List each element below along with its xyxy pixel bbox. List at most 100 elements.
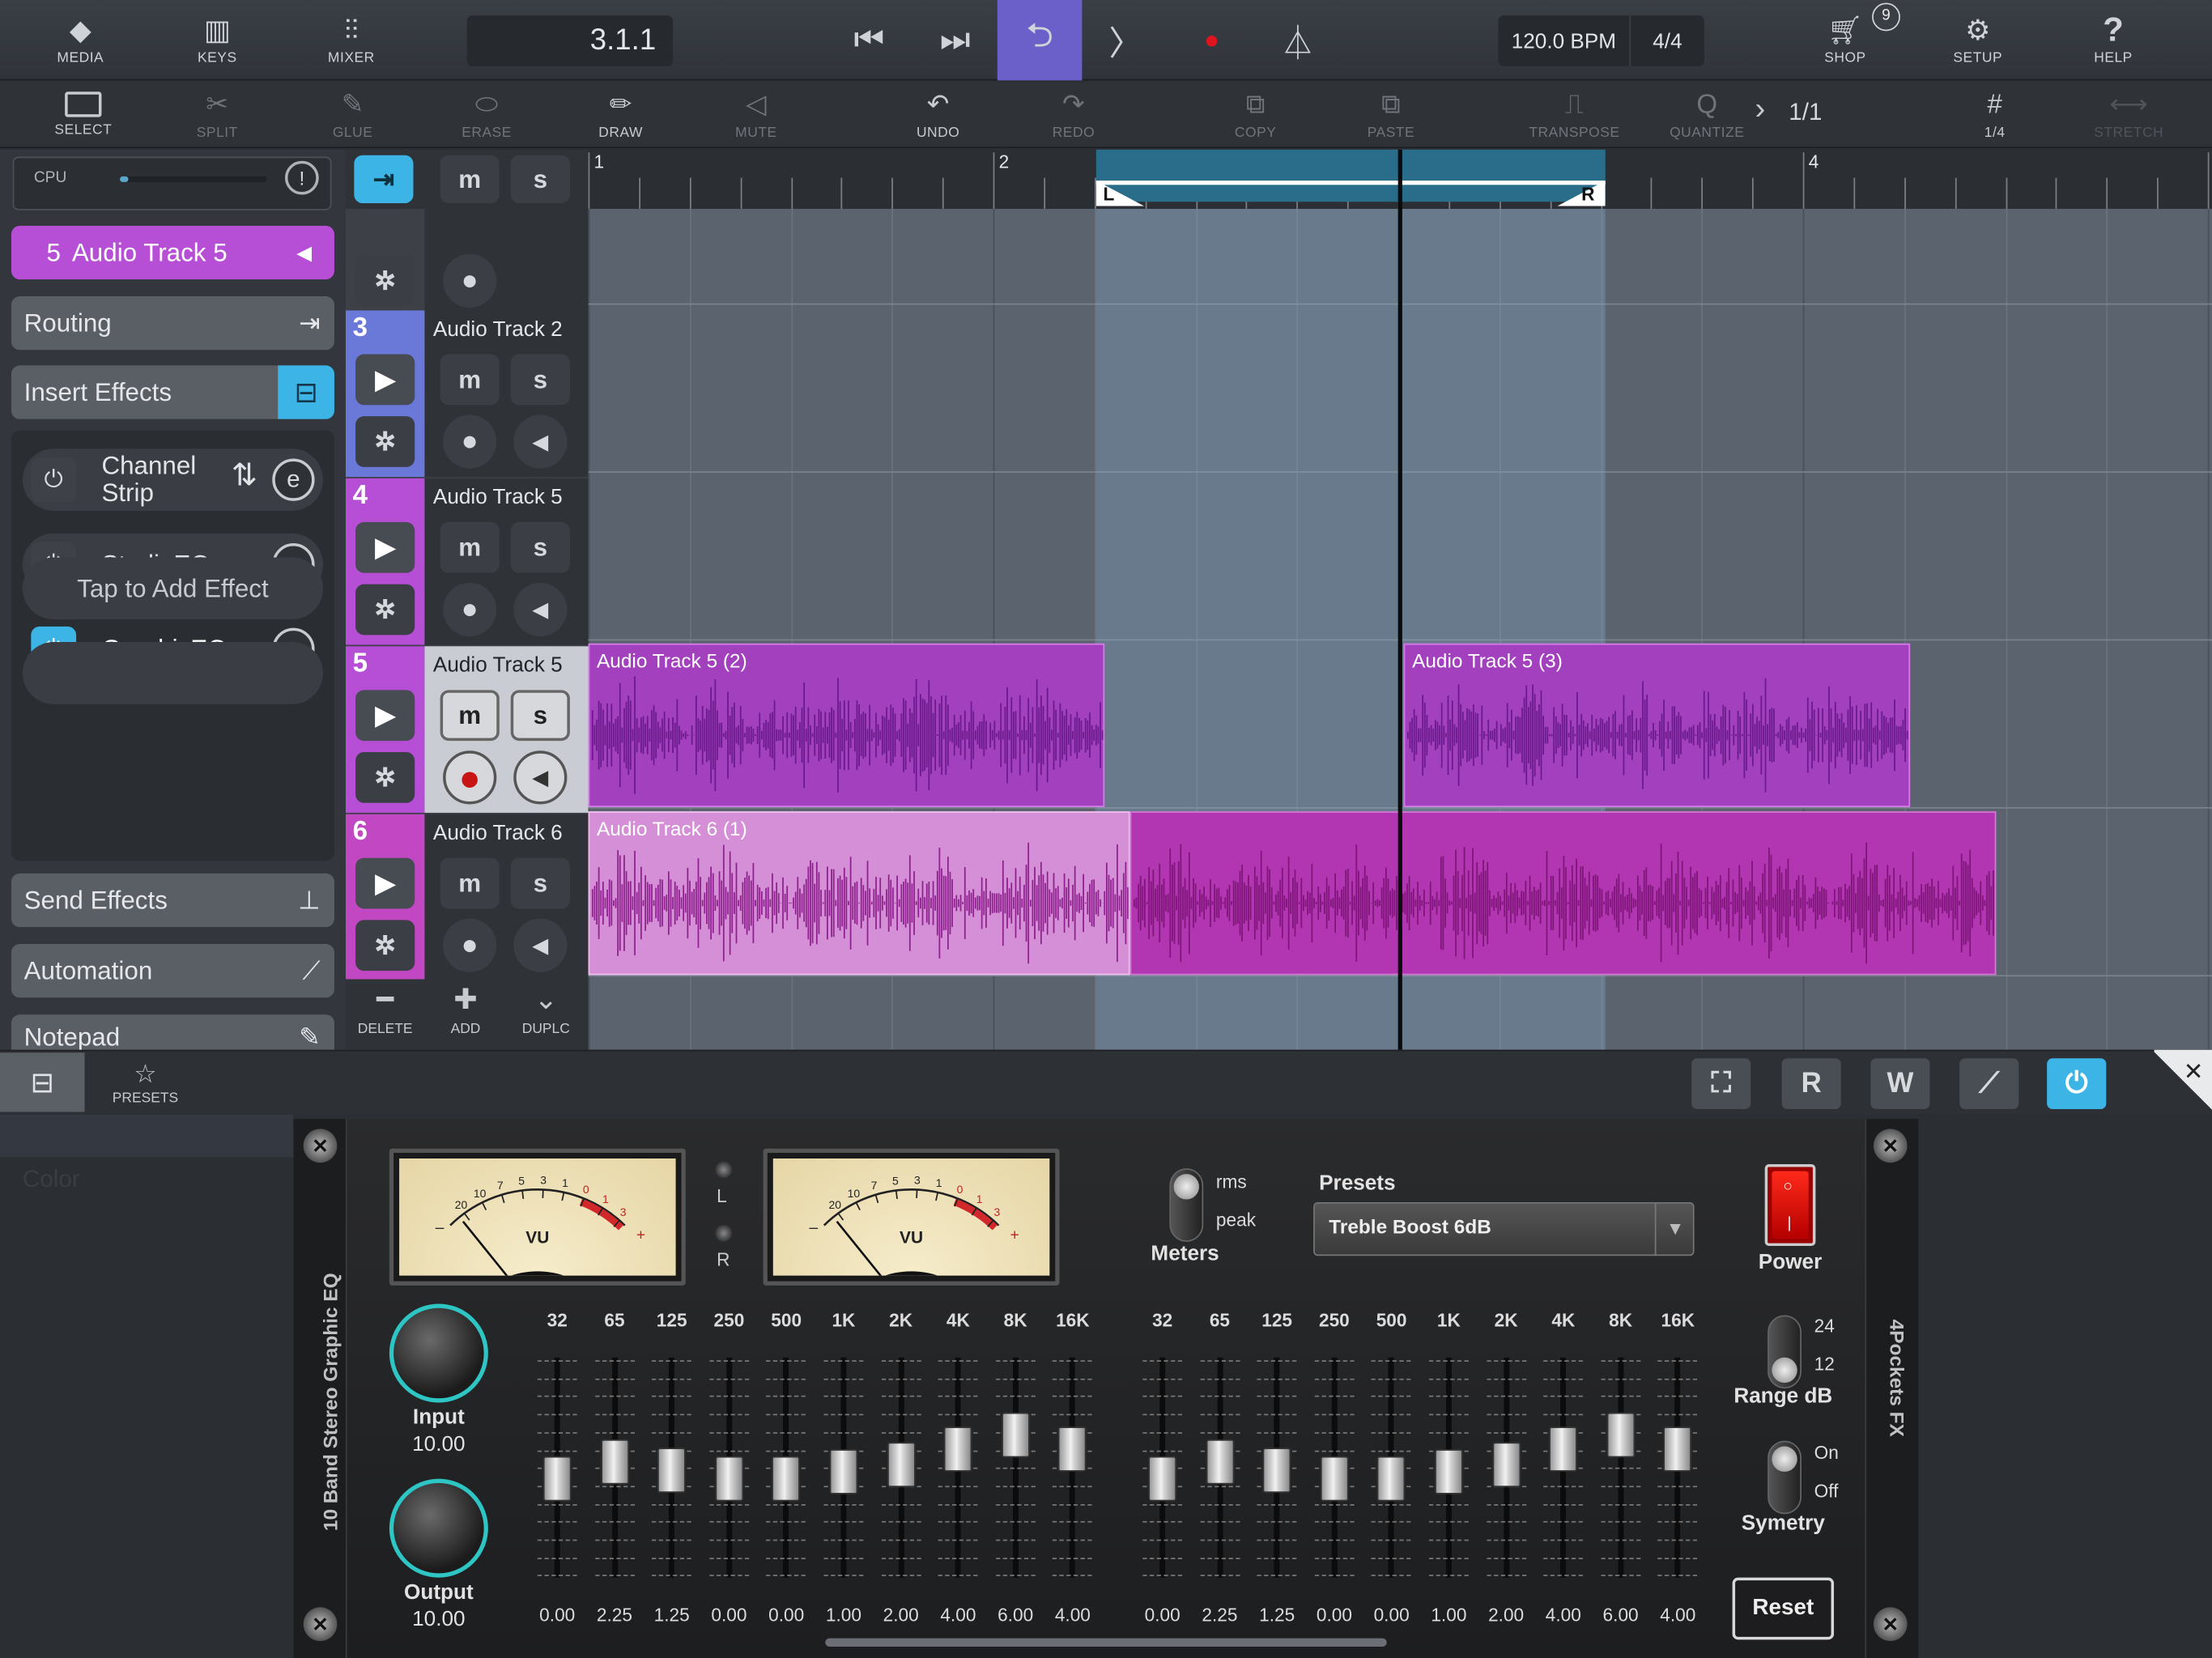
band-fader-left-4K[interactable] [930, 1357, 987, 1578]
fader-handle[interactable] [1491, 1441, 1521, 1487]
mute-all-button[interactable]: m [440, 155, 500, 203]
monitor-button[interactable]: ◀ [513, 414, 568, 469]
quantize-value[interactable]: 1/1 [1789, 99, 1822, 127]
band-fader-right-16K[interactable] [1649, 1357, 1706, 1578]
fader-handle[interactable] [657, 1447, 687, 1493]
automation-node-button[interactable]: ⟋ [1959, 1058, 2019, 1109]
fader-handle[interactable] [542, 1456, 572, 1502]
track-header[interactable]: 6 Audio Track 6 ▶ ✲ m s ● ◀ [345, 814, 589, 980]
audio-clip[interactable]: Audio Track 5 (3) [1403, 643, 1911, 807]
alert-icon[interactable]: ! [284, 160, 319, 195]
monitor-button[interactable]: ◀ [513, 582, 568, 637]
delete-track-button[interactable]: ━ DELETE [346, 985, 425, 1037]
band-fader-right-2K[interactable] [1478, 1357, 1534, 1578]
loop-button[interactable]: ⮌ [997, 0, 1083, 81]
track-play-button[interactable]: ▶ [355, 354, 415, 406]
erase-tool[interactable]: ⬭ ERASE [446, 82, 528, 148]
send-effects-section[interactable]: Send Effects ⊥ [11, 873, 334, 928]
copy-button[interactable]: ⧉ COPY [1214, 82, 1296, 148]
record-arm-button[interactable]: ● [443, 750, 497, 805]
loop-region[interactable]: L R [1095, 149, 1606, 206]
audio-clip-loop[interactable] [1129, 811, 1997, 976]
write-automation-button[interactable]: W [1870, 1058, 1930, 1109]
position-display[interactable]: 3.1.1 [466, 15, 674, 66]
fader-handle[interactable] [1663, 1426, 1692, 1473]
reorder-icon[interactable]: ⇅ [232, 457, 257, 494]
insert-effects-section[interactable]: Insert Effects ⊟ [11, 365, 334, 419]
record-arm-button[interactable]: ● [443, 253, 497, 308]
select-tool[interactable]: SELECT [42, 82, 124, 148]
track-settings-button[interactable]: ✲ [355, 920, 415, 971]
mute-tool[interactable]: ◁ MUTE [715, 82, 797, 148]
track-mute-button[interactable]: m [440, 521, 500, 573]
track-solo-button[interactable]: s [510, 354, 570, 406]
band-fader-left-125[interactable] [644, 1357, 700, 1578]
notepad-section[interactable]: Notepad ✎ [11, 1014, 334, 1053]
selected-track-header[interactable]: 5 Audio Track 5 ◀ [11, 225, 334, 280]
audio-clip[interactable]: Audio Track 5 (2) [588, 643, 1105, 807]
fullscreen-button[interactable]: ⛶ [1691, 1058, 1751, 1109]
power-icon[interactable]: ⏻ [31, 457, 77, 503]
track-settings-button[interactable]: ✲ [355, 255, 415, 307]
track-solo-button[interactable]: s [510, 857, 570, 909]
duplicate-track-button[interactable]: ⌄ DUPLC [507, 985, 586, 1037]
media-button[interactable]: ◆ MEDIA [42, 0, 118, 80]
band-fader-left-32[interactable] [529, 1357, 585, 1578]
play-button[interactable]: 〉 [1083, 0, 1168, 80]
band-fader-right-125[interactable] [1249, 1357, 1305, 1578]
output-knob[interactable] [389, 1478, 488, 1578]
fader-handle[interactable] [772, 1456, 801, 1502]
playhead[interactable] [1397, 149, 1402, 1050]
record-button[interactable]: ● [1169, 0, 1254, 80]
track-header[interactable]: 5 Audio Track 5 ▶ ✲ m s ● ◀ [345, 646, 589, 813]
range-toggle[interactable] [1767, 1315, 1802, 1389]
track-mute-button[interactable]: m [440, 857, 500, 909]
skip-end-button[interactable]: ⏭ [912, 0, 998, 80]
track-header[interactable]: 3 Audio Track 2 ▶ ✲ m s ● ◀ [345, 310, 589, 478]
grid-button[interactable]: #1/4 [1955, 82, 2035, 148]
input-knob[interactable] [389, 1303, 488, 1403]
split-tool[interactable]: ✂ SPLIT [177, 82, 258, 148]
track-settings-button[interactable]: ✲ [355, 584, 415, 636]
plugin-tab-insert[interactable]: ⊟ [0, 1052, 85, 1112]
stretch-button[interactable]: ⟷ STRETCH [2088, 82, 2170, 148]
fader-handle[interactable] [829, 1448, 858, 1494]
band-fader-right-1K[interactable] [1421, 1357, 1478, 1578]
fader-handle[interactable] [1001, 1412, 1030, 1458]
symmetry-toggle[interactable] [1767, 1440, 1802, 1515]
automation-section[interactable]: Automation ⟋ [11, 944, 334, 998]
keys-button[interactable]: ▥ KEYS [179, 0, 255, 80]
empty-effect-slot[interactable] [22, 642, 323, 704]
horizontal-scrollbar[interactable] [825, 1638, 1387, 1647]
power-switch[interactable]: ○ | [1764, 1163, 1816, 1247]
glue-tool[interactable]: ✎ GLUE [312, 82, 393, 148]
audio-clip-selected[interactable]: Audio Track 6 (1) [588, 811, 1130, 976]
band-fader-left-65[interactable] [586, 1357, 643, 1578]
solo-all-button[interactable]: s [510, 155, 570, 203]
read-automation-button[interactable]: R [1781, 1058, 1841, 1109]
track-solo-button[interactable]: s [510, 521, 570, 573]
redo-button[interactable]: ↷ REDO [1032, 82, 1114, 148]
add-effect-button[interactable]: Tap to Add Effect [22, 557, 323, 620]
track-settings-button[interactable]: ✲ [355, 416, 415, 467]
record-arm-button[interactable]: ● [443, 918, 497, 972]
fader-handle[interactable] [1606, 1412, 1636, 1458]
fader-handle[interactable] [1262, 1447, 1291, 1493]
band-fader-right-8K[interactable] [1593, 1357, 1649, 1578]
quantize-button[interactable]: Q QUANTIZE [1666, 82, 1748, 148]
fader-handle[interactable] [1377, 1456, 1406, 1502]
record-arm-button[interactable]: ● [443, 414, 497, 469]
track-header[interactable]: 4 Audio Track 5 ▶ ✲ m s ● ◀ [345, 478, 589, 645]
band-fader-right-250[interactable] [1306, 1357, 1363, 1578]
effect-slot-channel-strip[interactable]: ⏻ Channel Strip ⇅ e [22, 449, 323, 511]
track-mute-button[interactable]: m [440, 690, 500, 742]
record-arm-button[interactable]: ● [443, 582, 497, 637]
fader-handle[interactable] [1320, 1456, 1349, 1502]
edit-effect-icon[interactable]: e [272, 458, 315, 501]
paste-button[interactable]: ⧉ PASTE [1350, 82, 1431, 148]
undo-button[interactable]: ↶ UNDO [897, 82, 979, 148]
fader-handle[interactable] [1058, 1426, 1087, 1473]
track-play-button[interactable]: ▶ [355, 690, 415, 742]
fader-handle[interactable] [1205, 1439, 1234, 1486]
track-width-icon[interactable]: ⇥ [354, 155, 414, 203]
